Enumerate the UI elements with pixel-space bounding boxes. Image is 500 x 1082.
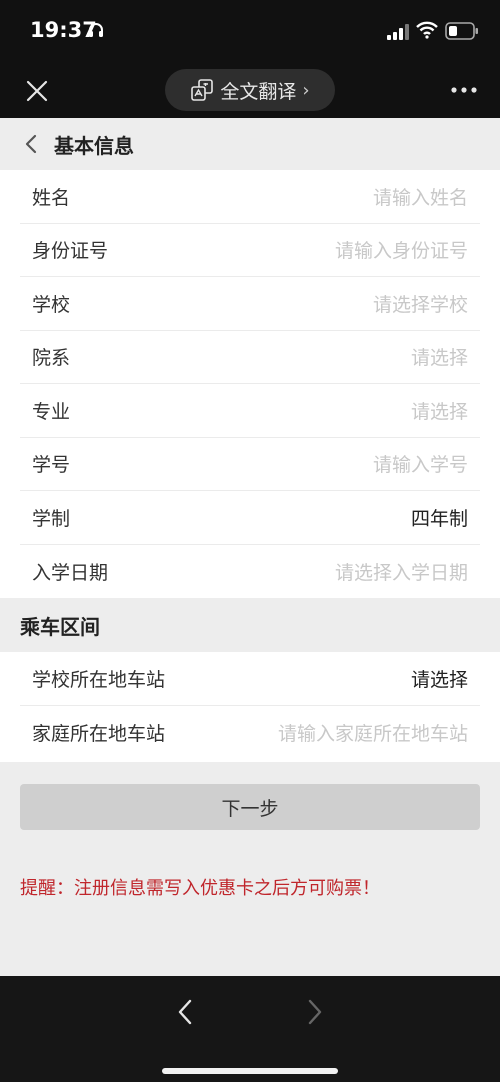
- field-value[interactable]: 请输入家庭所在地车站: [278, 719, 468, 746]
- field-value[interactable]: 请选择: [411, 343, 468, 370]
- forward-nav-icon[interactable]: [306, 998, 324, 1026]
- back-icon[interactable]: [24, 134, 38, 154]
- translate-icon: [191, 79, 214, 101]
- next-step-button[interactable]: 下一步: [20, 784, 480, 830]
- field-label: 院系: [32, 347, 71, 370]
- field-label: 学制: [32, 507, 71, 530]
- field-label: 专业: [32, 400, 71, 423]
- status-bar: 19:37: [0, 0, 500, 64]
- field-value[interactable]: 请选择: [411, 665, 468, 692]
- ride-section-form: 学校所在地车站 请选择家庭所在地车站 请输入家庭所在地车站: [0, 652, 500, 762]
- basic-info-form: 姓名 请输入姓名 身份证号 请输入身份证号 学校 请选择学校 院系 请选择 专业 请选择 学号 请输入…: [0, 170, 500, 598]
- form-row[interactable]: 身份证号 请输入身份证号: [20, 224, 480, 277]
- signal-icon: [387, 24, 409, 40]
- bottom-toolbar: [0, 976, 500, 1082]
- form-row[interactable]: 姓名 请输入姓名: [20, 170, 480, 224]
- field-value[interactable]: 四年制: [411, 504, 468, 531]
- form-row[interactable]: 学校 请选择学校: [20, 277, 480, 331]
- field-label: 入学日期: [32, 561, 109, 584]
- home-indicator: [162, 1068, 338, 1074]
- field-label: 学校: [32, 293, 71, 316]
- section-title: 乘车区间: [20, 614, 100, 639]
- reminder-text: 提醒：注册信息需写入优惠卡之后方可购票！: [20, 878, 380, 899]
- form-row[interactable]: 学制 四年制: [20, 491, 480, 545]
- basic-info-header: 基本信息: [0, 118, 500, 170]
- field-label: 学号: [32, 454, 71, 477]
- form-row[interactable]: 入学日期 请选择入学日期: [20, 545, 480, 599]
- field-label: 学校所在地车站: [32, 668, 166, 691]
- form-row[interactable]: 家庭所在地车站 请输入家庭所在地车站: [20, 706, 480, 760]
- form-row[interactable]: 专业 请选择: [20, 384, 480, 438]
- field-label: 身份证号: [32, 240, 109, 263]
- field-label: 姓名: [32, 186, 71, 209]
- field-label: 家庭所在地车站: [32, 722, 166, 745]
- section-title: 基本信息: [54, 133, 134, 158]
- headphone-icon: [89, 23, 103, 37]
- close-icon[interactable]: [24, 78, 50, 104]
- form-row[interactable]: 学校所在地车站 请选择: [20, 652, 480, 706]
- form-row[interactable]: 院系 请选择: [20, 331, 480, 384]
- field-value[interactable]: 请输入身份证号: [335, 236, 468, 263]
- form-row[interactable]: 学号 请输入学号: [20, 438, 480, 491]
- more-icon[interactable]: [450, 84, 478, 96]
- chevron-right-icon: ›: [302, 79, 310, 101]
- field-value[interactable]: 请输入姓名: [373, 183, 468, 210]
- ride-section-header: 乘车区间: [0, 598, 500, 652]
- nav-bar: 全文翻译 ›: [0, 64, 500, 118]
- translate-label: 全文翻译: [220, 80, 297, 103]
- wifi-icon: [416, 21, 438, 39]
- translate-button[interactable]: 全文翻译 ›: [165, 69, 335, 111]
- field-value[interactable]: 请选择学校: [373, 290, 468, 317]
- battery-icon: [445, 22, 478, 40]
- field-value[interactable]: 请选择入学日期: [335, 558, 468, 585]
- field-value[interactable]: 请选择: [411, 397, 468, 424]
- field-value[interactable]: 请输入学号: [373, 450, 468, 477]
- back-nav-icon[interactable]: [176, 998, 194, 1026]
